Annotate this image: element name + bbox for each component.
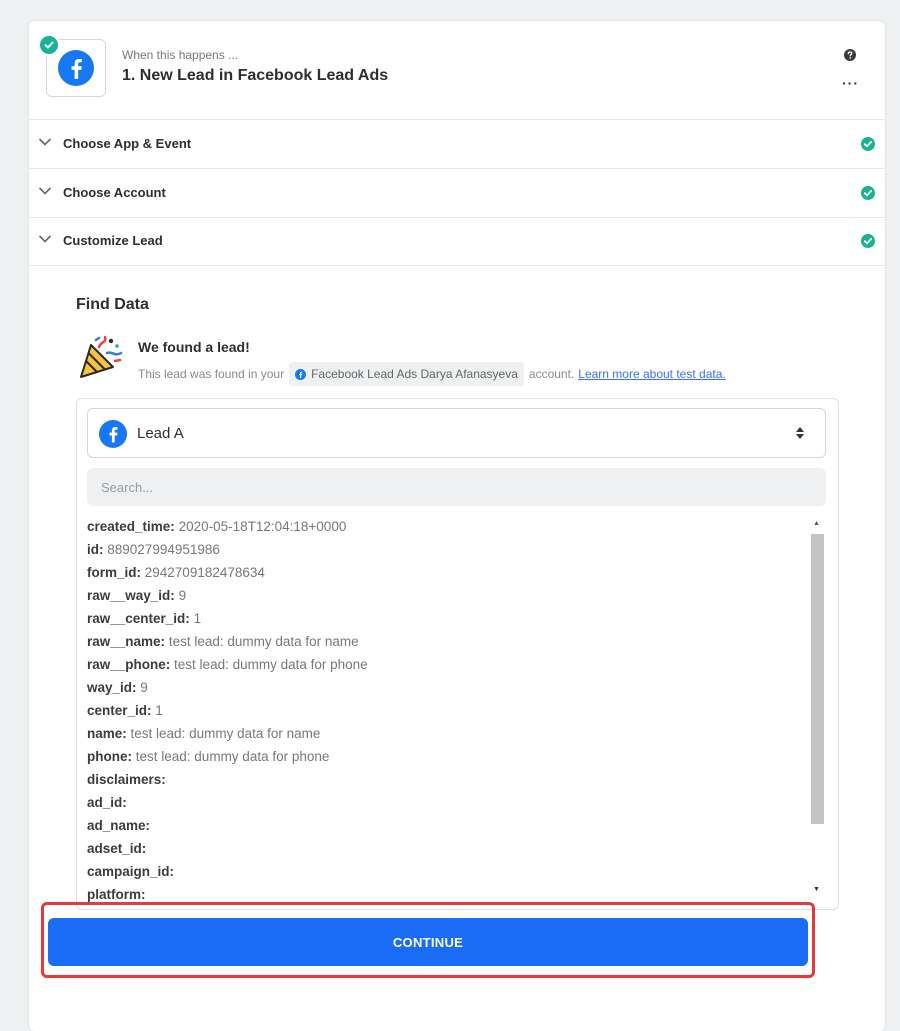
field-key: raw__name: — [87, 634, 166, 649]
lead-field-row: campaign_id: — [87, 863, 797, 886]
section-label: Customize Lead — [63, 233, 163, 248]
lead-fields-list: created_time: 2020-05-18T12:04:18+0000 id… — [87, 518, 797, 909]
zap-step-card: When this happens ... 1. New Lead in Fac… — [29, 21, 885, 1031]
field-value: 889027994951986 — [107, 542, 220, 557]
field-key: disclaimers: — [87, 772, 166, 787]
lead-field-row: adset_id: — [87, 840, 797, 863]
account-chip-label: Facebook Lead Ads Darya Afanasyeva — [311, 367, 518, 381]
more-options-icon[interactable]: ··· — [842, 75, 859, 91]
lead-data-panel: Lead A created_time: 2020-05-18T12:04:18… — [76, 398, 839, 910]
account-suffix: account. — [528, 367, 575, 381]
section-label: Choose App & Event — [63, 136, 192, 151]
field-key: ad_id: — [87, 795, 127, 810]
field-key: platform: — [87, 887, 146, 902]
lead-found-title: We found a lead! — [138, 339, 250, 355]
lead-found-text: This lead was found in your — [138, 367, 285, 381]
field-value: test lead: dummy data for phone — [174, 657, 368, 672]
facebook-icon — [58, 50, 94, 86]
scrollbar[interactable]: ▲ ▼ — [810, 518, 824, 898]
step-title: 1. New Lead in Facebook Lead Ads — [122, 67, 389, 84]
field-key: id: — [87, 542, 104, 557]
field-value: 1 — [193, 611, 202, 626]
lead-field-row: raw__way_id: 9 — [87, 587, 797, 610]
facebook-icon — [99, 420, 127, 448]
section-customize-lead[interactable]: Customize Lead — [29, 217, 885, 266]
field-key: name: — [87, 726, 127, 741]
lead-found-message: This lead was found in your Facebook Lea… — [138, 362, 726, 386]
field-value: 2020-05-18T12:04:18+0000 — [178, 519, 347, 534]
lead-field-row: name: test lead: dummy data for name — [87, 725, 797, 748]
lead-field-row: ad_id: — [87, 794, 797, 817]
check-circle-icon — [861, 234, 875, 248]
lead-select-value: Lead A — [137, 425, 184, 442]
scroll-down-arrow-icon[interactable]: ▼ — [813, 886, 820, 893]
field-value: test lead: dummy data for phone — [135, 749, 330, 764]
field-key: adset_id: — [87, 841, 147, 856]
learn-more-link[interactable]: Learn more about test data. — [578, 367, 725, 381]
sort-arrows-icon — [796, 427, 804, 439]
check-circle-icon — [861, 186, 875, 200]
chevron-down-icon — [38, 235, 52, 243]
lead-field-row: form_id: 2942709182478634 — [87, 564, 797, 587]
lead-field-row: way_id: 9 — [87, 679, 797, 702]
scrollbar-thumb[interactable] — [811, 534, 824, 824]
lead-field-row: disclaimers: — [87, 771, 797, 794]
field-value: 9 — [140, 680, 148, 695]
section-choose-account[interactable]: Choose Account — [29, 169, 885, 218]
party-popper-icon — [80, 335, 123, 378]
search-input[interactable] — [87, 468, 826, 506]
step-complete-check-icon — [38, 34, 60, 56]
chevron-down-icon — [38, 187, 52, 195]
field-key: ad_name: — [87, 818, 151, 833]
lead-field-row: id: 889027994951986 — [87, 541, 797, 564]
lead-field-row: phone: test lead: dummy data for phone — [87, 748, 797, 771]
facebook-icon — [295, 368, 307, 380]
section-label: Choose Account — [63, 185, 166, 200]
continue-button[interactable]: CONTINUE — [48, 918, 808, 966]
lead-field-row: center_id: 1 — [87, 702, 797, 725]
chevron-down-icon — [38, 138, 52, 146]
check-circle-icon — [861, 137, 875, 151]
find-data-heading: Find Data — [76, 296, 149, 313]
field-key: center_id: — [87, 703, 152, 718]
field-key: phone: — [87, 749, 132, 764]
field-key: campaign_id: — [87, 864, 175, 879]
lead-field-row: created_time: 2020-05-18T12:04:18+0000 — [87, 518, 797, 541]
step-subtitle: When this happens ... — [122, 48, 239, 62]
lead-field-row: ad_name: — [87, 817, 797, 840]
section-choose-app-event[interactable]: Choose App & Event — [29, 120, 885, 169]
field-value: test lead: dummy data for name — [168, 634, 359, 649]
step-header[interactable]: When this happens ... 1. New Lead in Fac… — [29, 21, 885, 120]
field-value: 2942709182478634 — [144, 565, 265, 580]
field-key: raw__phone: — [87, 657, 171, 672]
field-key: form_id: — [87, 565, 141, 580]
field-key: raw__way_id: — [87, 588, 175, 603]
field-key: way_id: — [87, 680, 137, 695]
lead-select-dropdown[interactable]: Lead A — [87, 408, 826, 458]
help-icon[interactable] — [844, 48, 856, 66]
lead-field-row: raw__name: test lead: dummy data for nam… — [87, 633, 797, 656]
lead-field-row: raw__phone: test lead: dummy data for ph… — [87, 656, 797, 679]
field-value: test lead: dummy data for name — [130, 726, 321, 741]
field-value: 9 — [178, 588, 187, 603]
scroll-up-arrow-icon[interactable]: ▲ — [813, 520, 820, 527]
field-key: raw__center_id: — [87, 611, 190, 626]
field-key: created_time: — [87, 519, 175, 534]
lead-field-row: raw__center_id: 1 — [87, 610, 797, 633]
account-chip: Facebook Lead Ads Darya Afanasyeva — [289, 362, 524, 386]
field-value: 1 — [155, 703, 163, 718]
